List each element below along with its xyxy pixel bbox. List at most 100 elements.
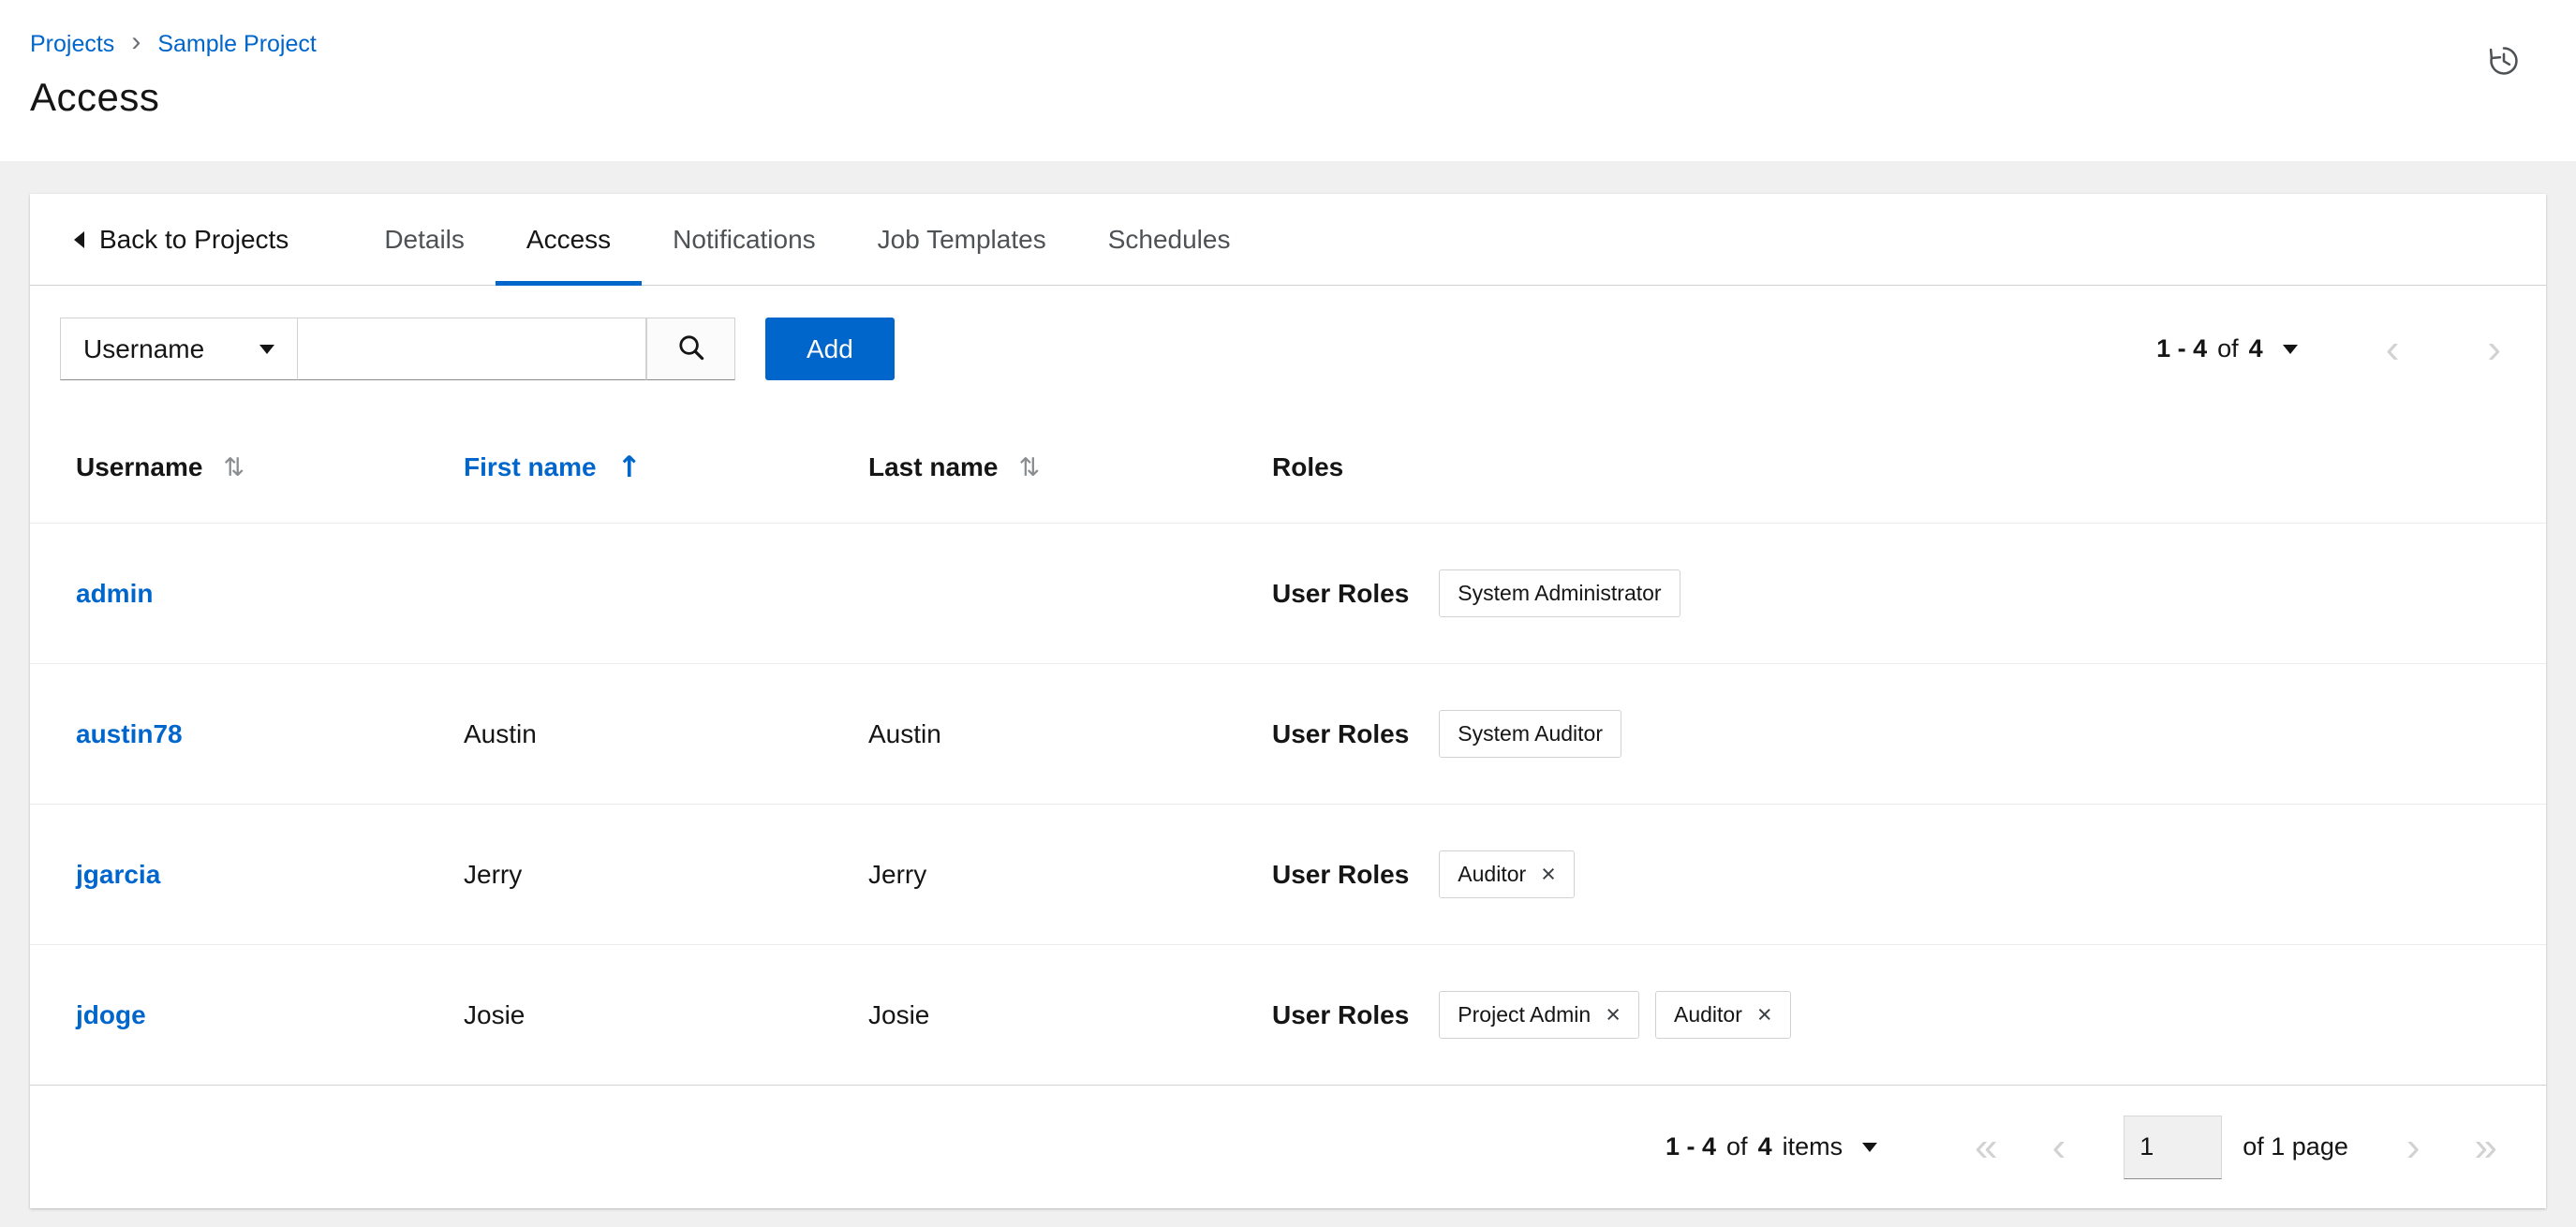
sort-ascending-icon: ↑: [616, 451, 642, 484]
footer-pagination-of: of: [1726, 1132, 1748, 1160]
filter-dropdown-label: Username: [83, 333, 205, 363]
role-chip-group: Project Admin × Auditor ×: [1439, 991, 1791, 1039]
tab-schedules[interactable]: Schedules: [1077, 194, 1262, 285]
role-chip-label: System Auditor: [1458, 721, 1603, 746]
role-chip: Project Admin ×: [1439, 991, 1639, 1039]
toolbar: Username Add 1 - 4 of 4 ‹ ›: [30, 286, 2546, 412]
caret-left-icon: [74, 230, 84, 248]
filter-dropdown[interactable]: Username: [60, 318, 298, 380]
footer-pagination-total: 4: [1757, 1132, 1772, 1160]
user-roles-label: User Roles: [1272, 718, 1410, 748]
tab-details[interactable]: Details: [353, 194, 496, 285]
sort-icon: ⇅: [1018, 452, 1041, 482]
roles-cell: User Roles System Administrator: [1272, 569, 2546, 617]
next-page-icon[interactable]: ›: [2406, 1126, 2421, 1168]
page-of-label: of 1 page: [2243, 1132, 2348, 1160]
column-header-username-label: Username: [76, 452, 203, 481]
role-chip-label: System Administrator: [1458, 581, 1662, 605]
previous-page-icon[interactable]: ‹: [2052, 1126, 2066, 1168]
username-link[interactable]: jgarcia: [76, 860, 160, 889]
access-card: Back to Projects Details Access Notifica…: [30, 194, 2546, 1208]
page-number-input[interactable]: [2124, 1115, 2223, 1179]
table-row: admin User Roles System Administrator: [30, 523, 2546, 663]
role-chip-label: Auditor: [1673, 1002, 1742, 1027]
role-chip-group: System Auditor: [1439, 710, 1621, 758]
search-input[interactable]: [298, 318, 646, 380]
tab-notifications[interactable]: Notifications: [642, 194, 847, 285]
tab-access[interactable]: Access: [495, 194, 643, 286]
column-header-roles-label: Roles: [1272, 452, 1344, 481]
username-link[interactable]: admin: [76, 579, 153, 608]
role-chip: System Administrator: [1439, 569, 1680, 617]
username-cell: jgarcia: [76, 860, 464, 890]
role-chip-label: Project Admin: [1458, 1002, 1591, 1027]
last-name-cell: Josie: [868, 999, 930, 1029]
user-roles-label: User Roles: [1272, 578, 1410, 608]
column-header-roles: Roles: [1272, 452, 2546, 482]
roles-cell: User Roles Project Admin × Auditor ×: [1272, 991, 2546, 1039]
user-roles-label: User Roles: [1272, 859, 1410, 889]
username-link[interactable]: austin78: [76, 719, 183, 748]
last-name-cell: Jerry: [868, 859, 927, 889]
history-icon[interactable]: [2486, 43, 2522, 81]
next-page-icon[interactable]: ›: [2487, 328, 2501, 370]
pagination-total: 4: [2248, 334, 2263, 362]
footer-pagination-items-label: items: [1782, 1132, 1843, 1160]
add-button[interactable]: Add: [765, 318, 895, 380]
breadcrumb-projects-link[interactable]: Projects: [30, 31, 114, 58]
tab-back-label: Back to Projects: [99, 224, 289, 254]
caret-down-icon: [2282, 344, 2298, 354]
tab-bar: Back to Projects Details Access Notifica…: [30, 194, 2546, 286]
first-page-icon[interactable]: «: [1975, 1126, 1997, 1168]
first-name-cell: Josie: [464, 999, 526, 1029]
username-cell: admin: [76, 579, 464, 609]
chip-close-icon[interactable]: ×: [1757, 1002, 1772, 1027]
role-chip-group: System Administrator: [1439, 569, 1680, 617]
roles-cell: User Roles Auditor ×: [1272, 850, 2546, 898]
previous-page-icon[interactable]: ‹: [2386, 328, 2400, 370]
first-name-cell: Jerry: [464, 859, 523, 889]
page-title: Access: [30, 75, 160, 119]
table-footer-pagination: 1 - 4 of 4 items « ‹ of 1 page › »: [30, 1085, 2546, 1208]
table-header-row: Username ⇅ First name ↑ Last name ⇅ Role…: [30, 412, 2546, 523]
username-cell: austin78: [76, 719, 464, 749]
chip-close-icon[interactable]: ×: [1541, 862, 1556, 887]
pagination-range: 1 - 4: [2156, 334, 2208, 362]
content-area: Back to Projects Details Access Notifica…: [0, 161, 2576, 1208]
search-button[interactable]: [646, 318, 735, 380]
breadcrumb: Projects › Sample Project: [30, 28, 2524, 60]
column-header-last-name-label: Last name: [868, 452, 999, 481]
last-name-cell: Austin: [868, 718, 941, 748]
column-header-last-name[interactable]: Last name ⇅: [868, 452, 1272, 482]
caret-down-icon: [1862, 1142, 1878, 1152]
role-chip: System Auditor: [1439, 710, 1621, 758]
table-row: austin78 Austin Austin User Roles System…: [30, 663, 2546, 804]
search-input-group: Username: [60, 318, 735, 380]
username-link[interactable]: jdoge: [76, 1000, 146, 1029]
column-header-username[interactable]: Username ⇅: [76, 452, 464, 482]
first-name-cell: Austin: [464, 718, 537, 748]
tab-back-to-projects[interactable]: Back to Projects: [74, 194, 319, 285]
tab-job-templates[interactable]: Job Templates: [847, 194, 1077, 285]
toolbar-pagination: 1 - 4 of 4 ‹ ›: [2156, 328, 2501, 370]
last-page-icon[interactable]: »: [2475, 1126, 2497, 1168]
table-row: jgarcia Jerry Jerry User Roles Auditor ×: [30, 804, 2546, 944]
pagination-of: of: [2217, 334, 2239, 362]
breadcrumb-separator-icon: ›: [131, 26, 141, 57]
column-header-first-name-label: First name: [464, 452, 597, 481]
caret-down-icon: [259, 344, 274, 354]
role-chip: Auditor ×: [1439, 850, 1575, 898]
footer-pagination-range: 1 - 4: [1666, 1132, 1717, 1160]
username-cell: jdoge: [76, 1000, 464, 1030]
column-header-first-name[interactable]: First name ↑: [464, 451, 868, 484]
project-access-page: Projects › Sample Project Access Back to…: [0, 0, 2576, 1208]
pagination-dropdown[interactable]: 1 - 4 of 4: [2156, 334, 2298, 363]
breadcrumb-sample-project-link[interactable]: Sample Project: [157, 31, 317, 58]
chip-close-icon[interactable]: ×: [1606, 1002, 1621, 1027]
user-roles-label: User Roles: [1272, 999, 1410, 1029]
role-chip-label: Auditor: [1458, 862, 1527, 886]
footer-pagination-dropdown[interactable]: 1 - 4 of 4 items: [1666, 1132, 1878, 1161]
roles-cell: User Roles System Auditor: [1272, 710, 2546, 758]
search-icon: [676, 333, 706, 365]
sort-icon: ⇅: [223, 452, 245, 482]
